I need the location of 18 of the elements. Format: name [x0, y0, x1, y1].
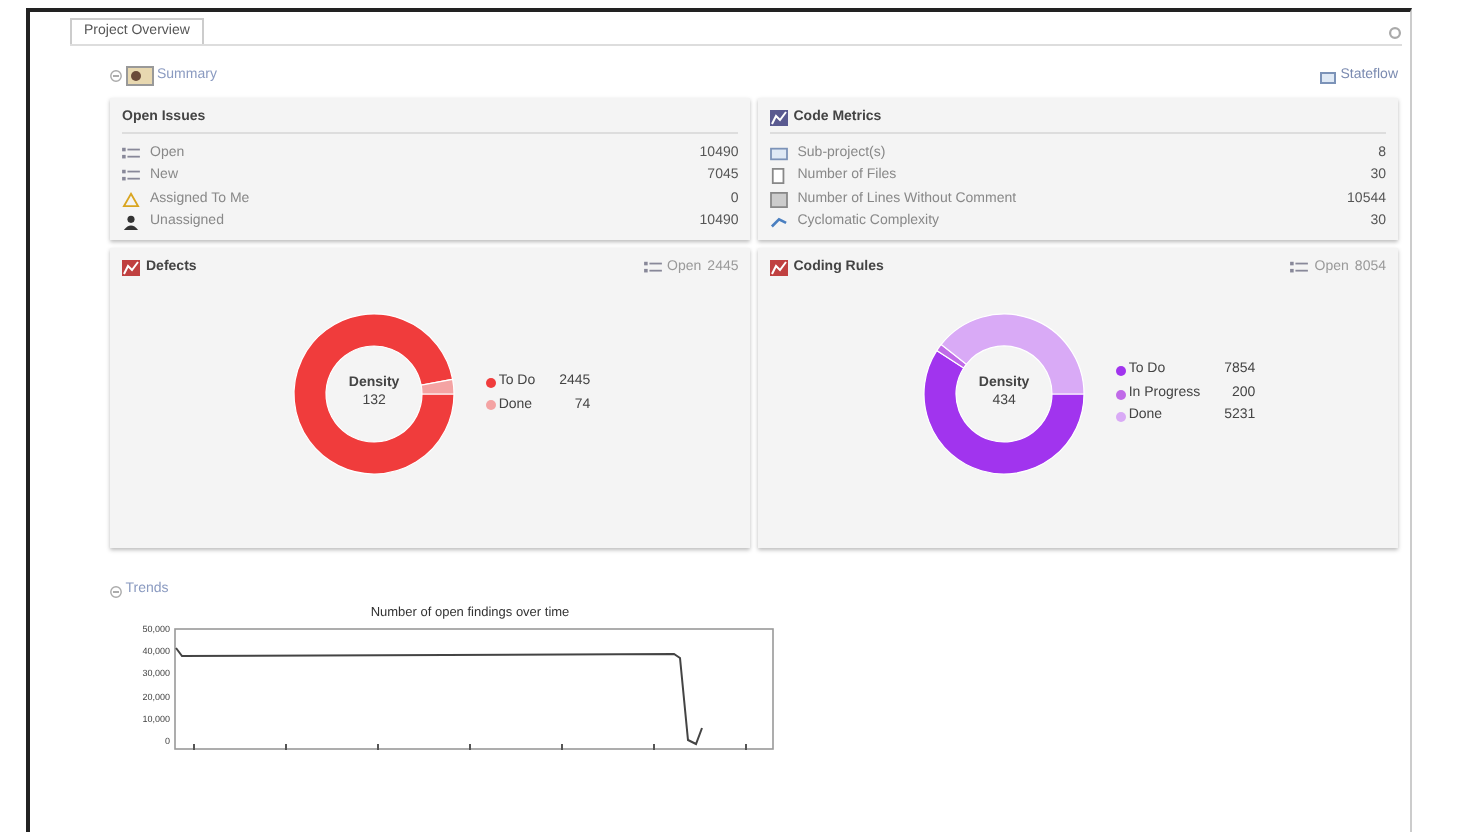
document-icon: [769, 191, 788, 208]
person-icon: [122, 191, 140, 208]
list-icon: [122, 145, 140, 162]
dashboard-icon: [125, 66, 154, 86]
collapse-icon[interactable]: [110, 70, 122, 82]
person-icon: [122, 214, 140, 231]
list-icon: [1290, 259, 1309, 276]
file-icon: [769, 168, 788, 185]
chart-icon: [769, 109, 788, 126]
collapse-icon[interactable]: [110, 585, 122, 598]
folder-icon: [769, 145, 788, 162]
folder-icon: [1320, 69, 1337, 83]
settings-icon[interactable]: [1388, 26, 1402, 40]
list-icon: [643, 259, 662, 276]
chart-icon: [122, 259, 140, 276]
chart-icon: [769, 259, 788, 276]
list-icon: [122, 168, 140, 185]
graph-icon: [769, 214, 788, 231]
